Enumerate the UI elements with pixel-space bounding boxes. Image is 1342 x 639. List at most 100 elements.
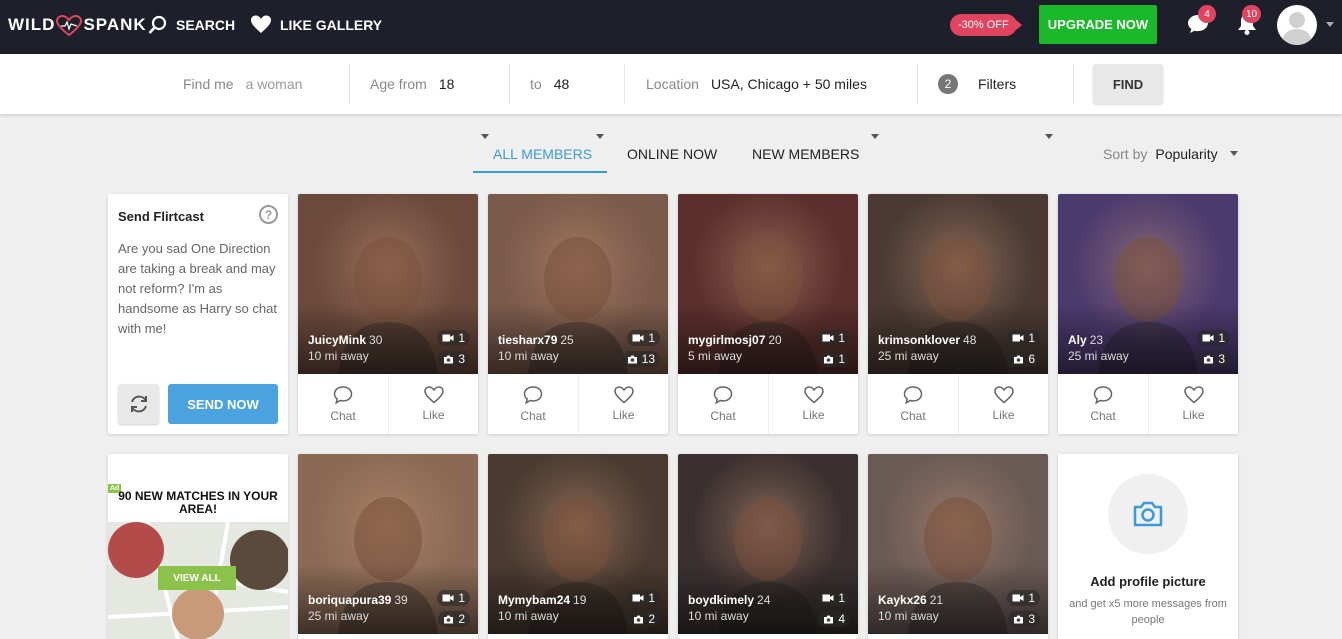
chevron-down-icon[interactable] xyxy=(596,134,604,139)
member-name[interactable]: tiesharx79 25 xyxy=(498,333,574,347)
member-card[interactable]: boriquapura39 39 25 mi away 1 2 xyxy=(298,454,478,639)
upgrade-button[interactable]: UPGRADE NOW xyxy=(1039,5,1157,44)
top-nav: WILD SPANK SEARCH LIKE GALLERY -30% OFF … xyxy=(0,0,1342,54)
filters-select[interactable]: 2 Filters xyxy=(938,54,1016,114)
member-age: 24 xyxy=(757,593,771,607)
member-name[interactable]: mygirlmosj07 20 xyxy=(688,333,782,347)
photo-count: 3 xyxy=(1218,352,1225,366)
member-photo[interactable]: boydkimely 24 10 mi away 1 4 xyxy=(678,454,858,634)
member-card[interactable]: tiesharx79 25 10 mi away 1 13 Chat Like xyxy=(488,194,668,434)
heart-outline-icon xyxy=(423,386,444,404)
member-card[interactable]: boydkimely 24 10 mi away 1 4 xyxy=(678,454,858,639)
age-to-select[interactable]: to 48 xyxy=(530,54,569,114)
sort-select[interactable]: Sort by Popularity xyxy=(1103,146,1218,162)
add-profile-picture-card[interactable]: Add profile picture and get x5 more mess… xyxy=(1058,454,1238,639)
chevron-down-icon[interactable] xyxy=(1326,22,1334,27)
member-name[interactable]: JuicyMink 30 xyxy=(308,333,382,347)
age-from-select[interactable]: Age from 18 xyxy=(370,54,454,114)
member-card[interactable]: JuicyMink 30 10 mi away 1 3 Chat Like xyxy=(298,194,478,434)
chat-button[interactable]: Chat xyxy=(298,374,388,434)
chat-icon xyxy=(1093,386,1113,405)
like-button[interactable]: Like xyxy=(1148,374,1238,434)
camera-icon xyxy=(1014,615,1024,623)
avatar[interactable] xyxy=(1277,5,1317,45)
send-now-button[interactable]: SEND NOW xyxy=(168,384,278,424)
location-select[interactable]: Location USA, Chicago + 50 miles xyxy=(646,54,867,114)
nav-like-gallery[interactable]: LIKE GALLERY xyxy=(250,15,382,34)
tab-all-members[interactable]: ALL MEMBERS xyxy=(493,146,592,162)
add-photo-button[interactable] xyxy=(1108,474,1188,554)
member-photo[interactable]: krimsonklover 48 25 mi away 1 6 xyxy=(868,194,1048,374)
member-photo[interactable]: mygirlmosj07 20 5 mi away 1 1 xyxy=(678,194,858,374)
member-card[interactable]: krimsonklover 48 25 mi away 1 6 Chat Like xyxy=(868,194,1048,434)
member-photo[interactable]: Mymybam24 19 10 mi away 1 2 xyxy=(488,454,668,634)
search-icon xyxy=(148,15,167,34)
sort-label: Sort by xyxy=(1103,146,1148,162)
like-button[interactable]: Like xyxy=(388,374,478,434)
video-count-badge: 1 xyxy=(1007,330,1040,346)
video-icon xyxy=(1012,594,1024,602)
promo-badge[interactable]: -30% OFF xyxy=(950,14,1017,36)
member-name[interactable]: boriquapura39 39 xyxy=(308,593,408,607)
like-button[interactable]: Like xyxy=(768,374,858,434)
flirtcast-message: Are you sad One Direction are taking a b… xyxy=(118,241,277,336)
member-actions: Chat Like xyxy=(1058,374,1238,434)
tab-new-members[interactable]: NEW MEMBERS xyxy=(752,146,859,162)
photo-count-badge: 2 xyxy=(628,611,660,627)
member-photo[interactable]: Aly 23 25 mi away 1 3 xyxy=(1058,194,1238,374)
video-icon xyxy=(1012,334,1024,342)
notifications-badge: 10 xyxy=(1242,5,1262,23)
member-photo[interactable]: JuicyMink 30 10 mi away 1 3 xyxy=(298,194,478,374)
member-photo[interactable]: Kaykx26 21 10 mi away 1 3 xyxy=(868,454,1048,634)
tab-online-now[interactable]: ONLINE NOW xyxy=(627,146,717,162)
member-card[interactable]: Mymybam24 19 10 mi away 1 2 xyxy=(488,454,668,639)
member-card[interactable]: Kaykx26 21 10 mi away 1 3 xyxy=(868,454,1048,639)
chevron-down-icon[interactable] xyxy=(1045,134,1053,139)
like-button[interactable]: Like xyxy=(958,374,1048,434)
find-button[interactable]: FIND xyxy=(1093,64,1163,104)
like-button[interactable]: Like xyxy=(578,374,668,434)
chat-button[interactable]: Chat xyxy=(1058,374,1148,434)
member-name[interactable]: boydkimely 24 xyxy=(688,593,770,607)
member-username: Mymybam24 xyxy=(498,593,571,607)
help-icon[interactable]: ? xyxy=(259,205,278,224)
messages-button[interactable]: 4 xyxy=(1186,5,1216,41)
member-actions: Chat Like xyxy=(868,374,1048,434)
add-photo-title: Add profile picture xyxy=(1090,574,1206,589)
divider xyxy=(917,64,918,104)
chevron-down-icon[interactable] xyxy=(871,134,879,139)
camera-icon xyxy=(1014,355,1024,363)
chat-button[interactable]: Chat xyxy=(868,374,958,434)
notifications-button[interactable]: 10 xyxy=(1236,5,1262,41)
video-count-badge: 1 xyxy=(1007,590,1040,606)
video-count-badge: 1 xyxy=(627,590,660,606)
member-name[interactable]: Mymybam24 19 xyxy=(498,593,586,607)
chat-button[interactable]: Chat xyxy=(678,374,768,434)
member-photo[interactable]: boriquapura39 39 25 mi away 1 2 xyxy=(298,454,478,634)
member-card[interactable]: Aly 23 25 mi away 1 3 Chat Like xyxy=(1058,194,1238,434)
find-me-filter[interactable]: Find me a woman xyxy=(183,54,302,114)
member-username: tiesharx79 xyxy=(498,333,558,347)
camera-icon xyxy=(1204,355,1214,363)
logo[interactable]: WILD SPANK xyxy=(8,14,147,37)
member-name[interactable]: Kaykx26 21 xyxy=(878,593,943,607)
chat-button[interactable]: Chat xyxy=(488,374,578,434)
member-distance: 10 mi away xyxy=(498,609,559,623)
view-all-button[interactable]: VIEW ALL xyxy=(158,566,236,590)
member-name[interactable]: Aly 23 xyxy=(1068,333,1103,347)
nav-search[interactable]: SEARCH xyxy=(148,15,235,35)
member-photo[interactable]: tiesharx79 25 10 mi away 1 13 xyxy=(488,194,668,374)
chevron-down-icon[interactable] xyxy=(1230,151,1238,156)
member-age: 25 xyxy=(560,333,574,347)
member-name[interactable]: krimsonklover 48 xyxy=(878,333,976,347)
member-distance: 10 mi away xyxy=(688,609,749,623)
refresh-button[interactable] xyxy=(118,384,159,424)
divider xyxy=(1073,64,1074,104)
chat-icon xyxy=(523,386,543,405)
location-label: Location xyxy=(646,76,699,92)
chevron-down-icon[interactable] xyxy=(481,134,489,139)
member-card[interactable]: mygirlmosj07 20 5 mi away 1 1 Chat Like xyxy=(678,194,858,434)
photo-count: 2 xyxy=(648,612,655,626)
ad-card[interactable]: Ad 90 NEW MATCHES IN YOUR AREA! VIEW ALL xyxy=(108,454,288,639)
filter-bar: Find me a woman Age from 18 to 48 Locati… xyxy=(0,54,1342,139)
